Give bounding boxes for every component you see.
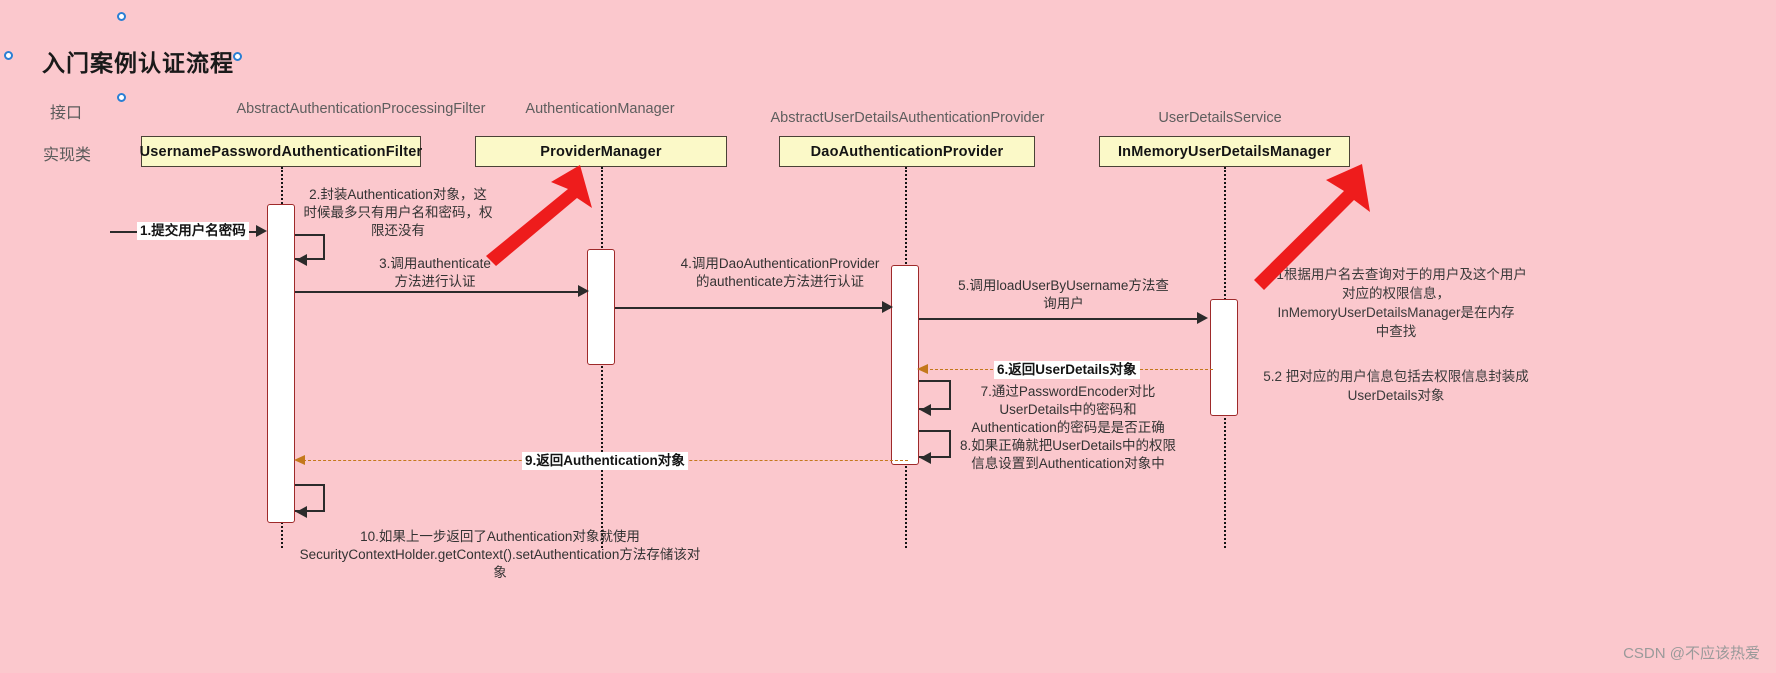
message-arrowhead-1 [256, 225, 267, 237]
message-label-1: 1.提交用户名密码 [137, 222, 249, 241]
message-arrowhead-5 [1197, 312, 1208, 324]
red-annotation-arrow-1 [486, 165, 592, 266]
selection-handle[interactable] [4, 51, 13, 60]
message-label-5: 5.调用loadUserByUsername方法查 询用户 [958, 278, 1169, 312]
legend-implementation-row: 实现类 [43, 147, 92, 164]
page-title: 入门案例认证流程 [42, 50, 234, 76]
participant-box-providermanager[interactable]: ProviderManager [475, 136, 727, 167]
participant-interface-name-3: UserDetailsService [1158, 110, 1282, 126]
note-label-5-1: 5.1根据用户名去查询对于的用户及这个用户 对应的权限信息， InMemoryU… [1265, 267, 1527, 339]
message-arrowhead-2 [296, 254, 307, 266]
message-label-7: 7.通过PasswordEncoder对比 UserDetails中的密码和 A… [971, 384, 1165, 436]
message-line-4 [615, 307, 890, 309]
message-arrowhead-3 [578, 285, 589, 297]
message-label-4: 4.调用DaoAuthenticationProvider 的authentic… [680, 256, 880, 290]
message-arrowhead-4 [882, 301, 893, 313]
message-line-5 [919, 318, 1204, 320]
watermark: CSDN @不应该热爱 [1623, 645, 1760, 662]
message-arrowhead-8 [920, 452, 931, 464]
message-label-9: 9.返回Authentication对象 [522, 452, 688, 471]
legend-interface-row: 接口 [50, 105, 83, 122]
message-arrowhead-6 [917, 364, 928, 374]
message-label-6: 6.返回UserDetails对象 [994, 361, 1140, 380]
message-label-10: 10.如果上一步返回了Authentication对象就使用 SecurityC… [299, 529, 701, 581]
activation-bar-2 [891, 265, 919, 465]
message-arrowhead-9 [294, 455, 305, 465]
selection-handle[interactable] [117, 93, 126, 102]
note-label-5-2: 5.2 把对应的用户信息包括去权限信息封装成 UserDetails对象 [1263, 369, 1529, 403]
message-arrowhead-7 [920, 404, 931, 416]
sequence-diagram-canvas: 入门案例认证流程 接口 实现类 AbstractAuthenticationPr… [0, 0, 1776, 673]
selection-handle[interactable] [117, 12, 126, 21]
selection-handle[interactable] [233, 52, 242, 61]
message-label-2: 2.封装Authentication对象，这 时候最多只有用户名和密码，权 限还… [303, 187, 493, 239]
activation-bar-1 [587, 249, 615, 365]
message-label-3: 3.调用authenticate 方法进行认证 [379, 256, 491, 290]
participant-interface-name-2: AbstractUserDetailsAuthenticationProvide… [770, 110, 1045, 126]
message-label-8: 8.如果正确就把UserDetails中的权限 信息设置到Authenticat… [959, 438, 1177, 472]
participant-box-inmemoryuserdetailsmanager[interactable]: InMemoryUserDetailsManager [1099, 136, 1350, 167]
activation-bar-3 [1210, 299, 1238, 416]
participant-box-usernamepasswordauthenticationfilter[interactable]: UsernamePasswordAuthenticationFilter [140, 136, 422, 167]
message-arrowhead-10 [296, 506, 307, 518]
participant-box-daoauthenticationprovider[interactable]: DaoAuthenticationProvider [779, 136, 1035, 167]
activation-bar-0 [267, 204, 295, 523]
